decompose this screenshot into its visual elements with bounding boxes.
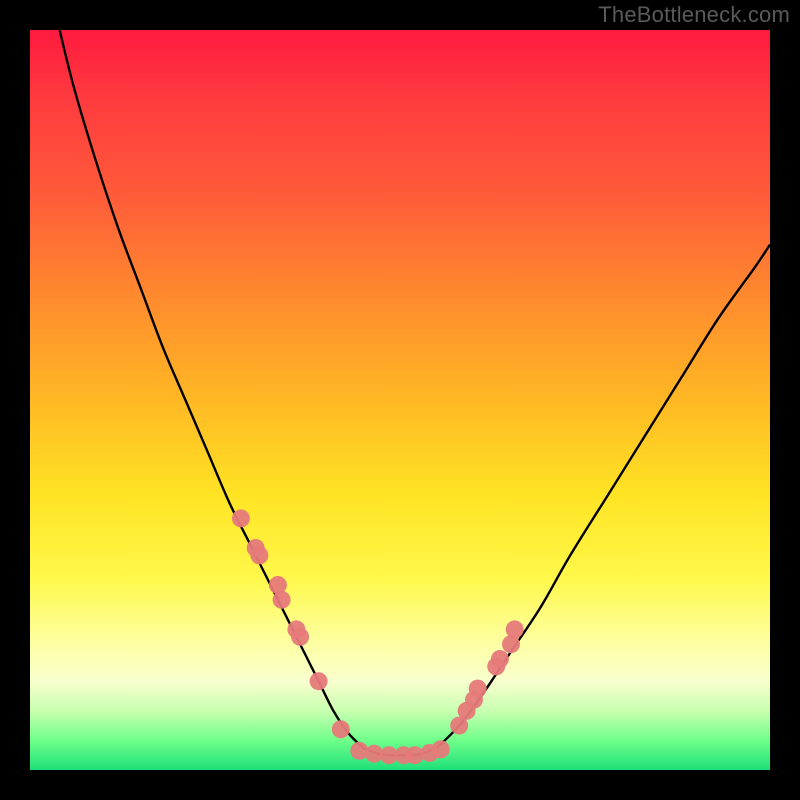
data-marker bbox=[310, 672, 328, 690]
plot-area bbox=[30, 30, 770, 770]
data-marker bbox=[350, 742, 368, 760]
data-marker bbox=[432, 740, 450, 758]
data-marker bbox=[332, 720, 350, 738]
chart-frame: TheBottleneck.com bbox=[0, 0, 800, 800]
bottleneck-curve bbox=[60, 30, 770, 755]
data-marker bbox=[469, 680, 487, 698]
data-marker bbox=[506, 620, 524, 638]
curve-layer bbox=[30, 30, 770, 770]
data-marker bbox=[291, 628, 309, 646]
data-marker bbox=[491, 650, 509, 668]
data-marker bbox=[232, 509, 250, 527]
watermark-text: TheBottleneck.com bbox=[598, 2, 790, 28]
data-marker bbox=[250, 546, 268, 564]
data-marker bbox=[273, 591, 291, 609]
